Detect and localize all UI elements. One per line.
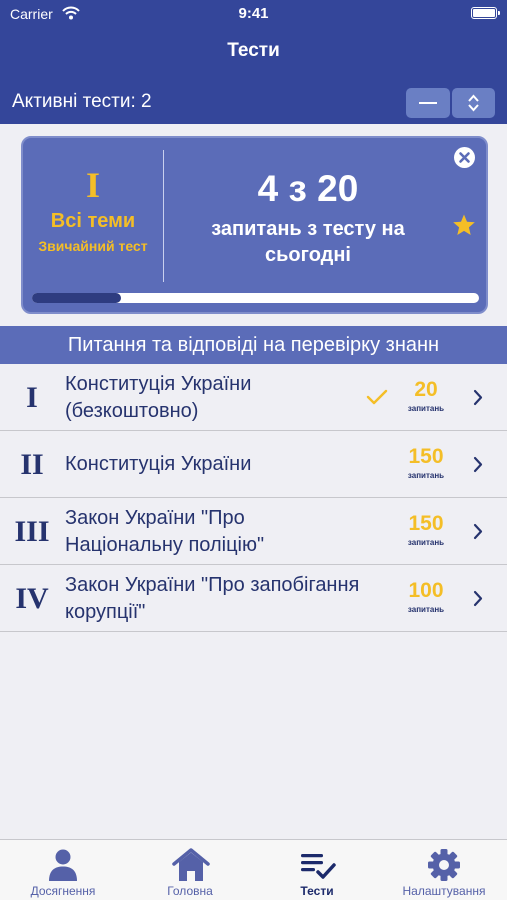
checklist-icon <box>301 854 336 879</box>
gear-icon <box>428 849 460 881</box>
section-header: Питання та відповіді на перевірку знанн <box>0 326 507 364</box>
tab-tests[interactable]: Тести <box>254 840 380 900</box>
roman-numeral: I <box>26 381 38 414</box>
battery-icon <box>471 7 500 19</box>
card-topic: Всі теми <box>50 210 136 232</box>
chevron-right-icon <box>473 456 483 473</box>
list-item[interactable]: III Закон України "Про Національну поліц… <box>0 498 507 565</box>
card-mode: Звичайний тест <box>38 238 148 254</box>
list-item[interactable]: I Конституція України (безкоштовно) 20 з… <box>0 364 507 431</box>
question-count: 20 <box>414 378 438 401</box>
progress-fill <box>32 293 122 303</box>
roman-numeral: III <box>14 515 50 548</box>
list-item[interactable]: IV Закон України "Про запобігання корупц… <box>0 565 507 632</box>
card-roman-numeral: I <box>85 165 100 205</box>
topic-title: Закон України "Про Національну поліцію" <box>65 506 265 556</box>
tab-settings[interactable]: Налаштування <box>381 840 507 900</box>
card-question-count: 4 з 20 <box>257 168 359 209</box>
collapse-button[interactable] <box>406 88 450 118</box>
topic-title: Конституція України <box>65 453 252 475</box>
person-icon <box>49 849 77 881</box>
tab-bar: Досягнення Головна Тести Налаштування <box>0 839 507 900</box>
card-subtitle: запитань з тесту на сьогодні <box>211 218 405 266</box>
question-count: 100 <box>408 579 444 602</box>
question-count: 150 <box>408 445 444 468</box>
tab-label: Досягнення <box>30 884 96 898</box>
active-test-card[interactable]: I Всі теми Звичайний тест 4 з 20 запитан… <box>21 136 488 314</box>
topic-title: Закон України "Про запобігання корупції" <box>65 573 360 623</box>
checkmark-icon <box>366 389 388 405</box>
tab-achievements[interactable]: Досягнення <box>0 840 126 900</box>
card-divider <box>163 150 164 282</box>
chevron-right-icon <box>473 389 483 406</box>
tab-label: Головна <box>167 884 213 898</box>
home-icon <box>172 848 210 881</box>
question-unit: запитань <box>407 538 445 547</box>
question-unit: запитань <box>407 471 445 480</box>
roman-numeral: II <box>20 448 44 481</box>
question-unit: запитань <box>407 605 445 614</box>
progress-bar <box>32 293 479 303</box>
topic-title: Конституція України (безкоштовно) <box>65 372 252 422</box>
active-tests-label: Активні тести: 2 <box>12 91 152 112</box>
close-icon[interactable] <box>454 147 475 168</box>
tab-label: Тести <box>300 884 334 898</box>
star-icon[interactable] <box>452 213 476 237</box>
list-item[interactable]: II Конституція України 150 запитань <box>0 431 507 498</box>
chevron-right-icon <box>473 523 483 540</box>
chevron-right-icon <box>473 590 483 607</box>
status-time: 9:41 <box>238 5 269 22</box>
status-bar: Carrier 9:41 <box>0 0 507 30</box>
topic-list: I Конституція України (безкоштовно) 20 з… <box>0 364 507 632</box>
tab-label: Налаштування <box>402 884 486 898</box>
reorder-button[interactable] <box>452 88 495 118</box>
chevron-up-down-icon <box>468 94 479 112</box>
tab-home[interactable]: Головна <box>127 840 253 900</box>
question-unit: запитань <box>407 404 445 413</box>
header: Carrier 9:41 Тести Активні тести: 2 <box>0 0 507 124</box>
nav-title: Тести <box>227 40 280 61</box>
roman-numeral: IV <box>15 582 49 615</box>
question-count: 150 <box>408 512 444 535</box>
